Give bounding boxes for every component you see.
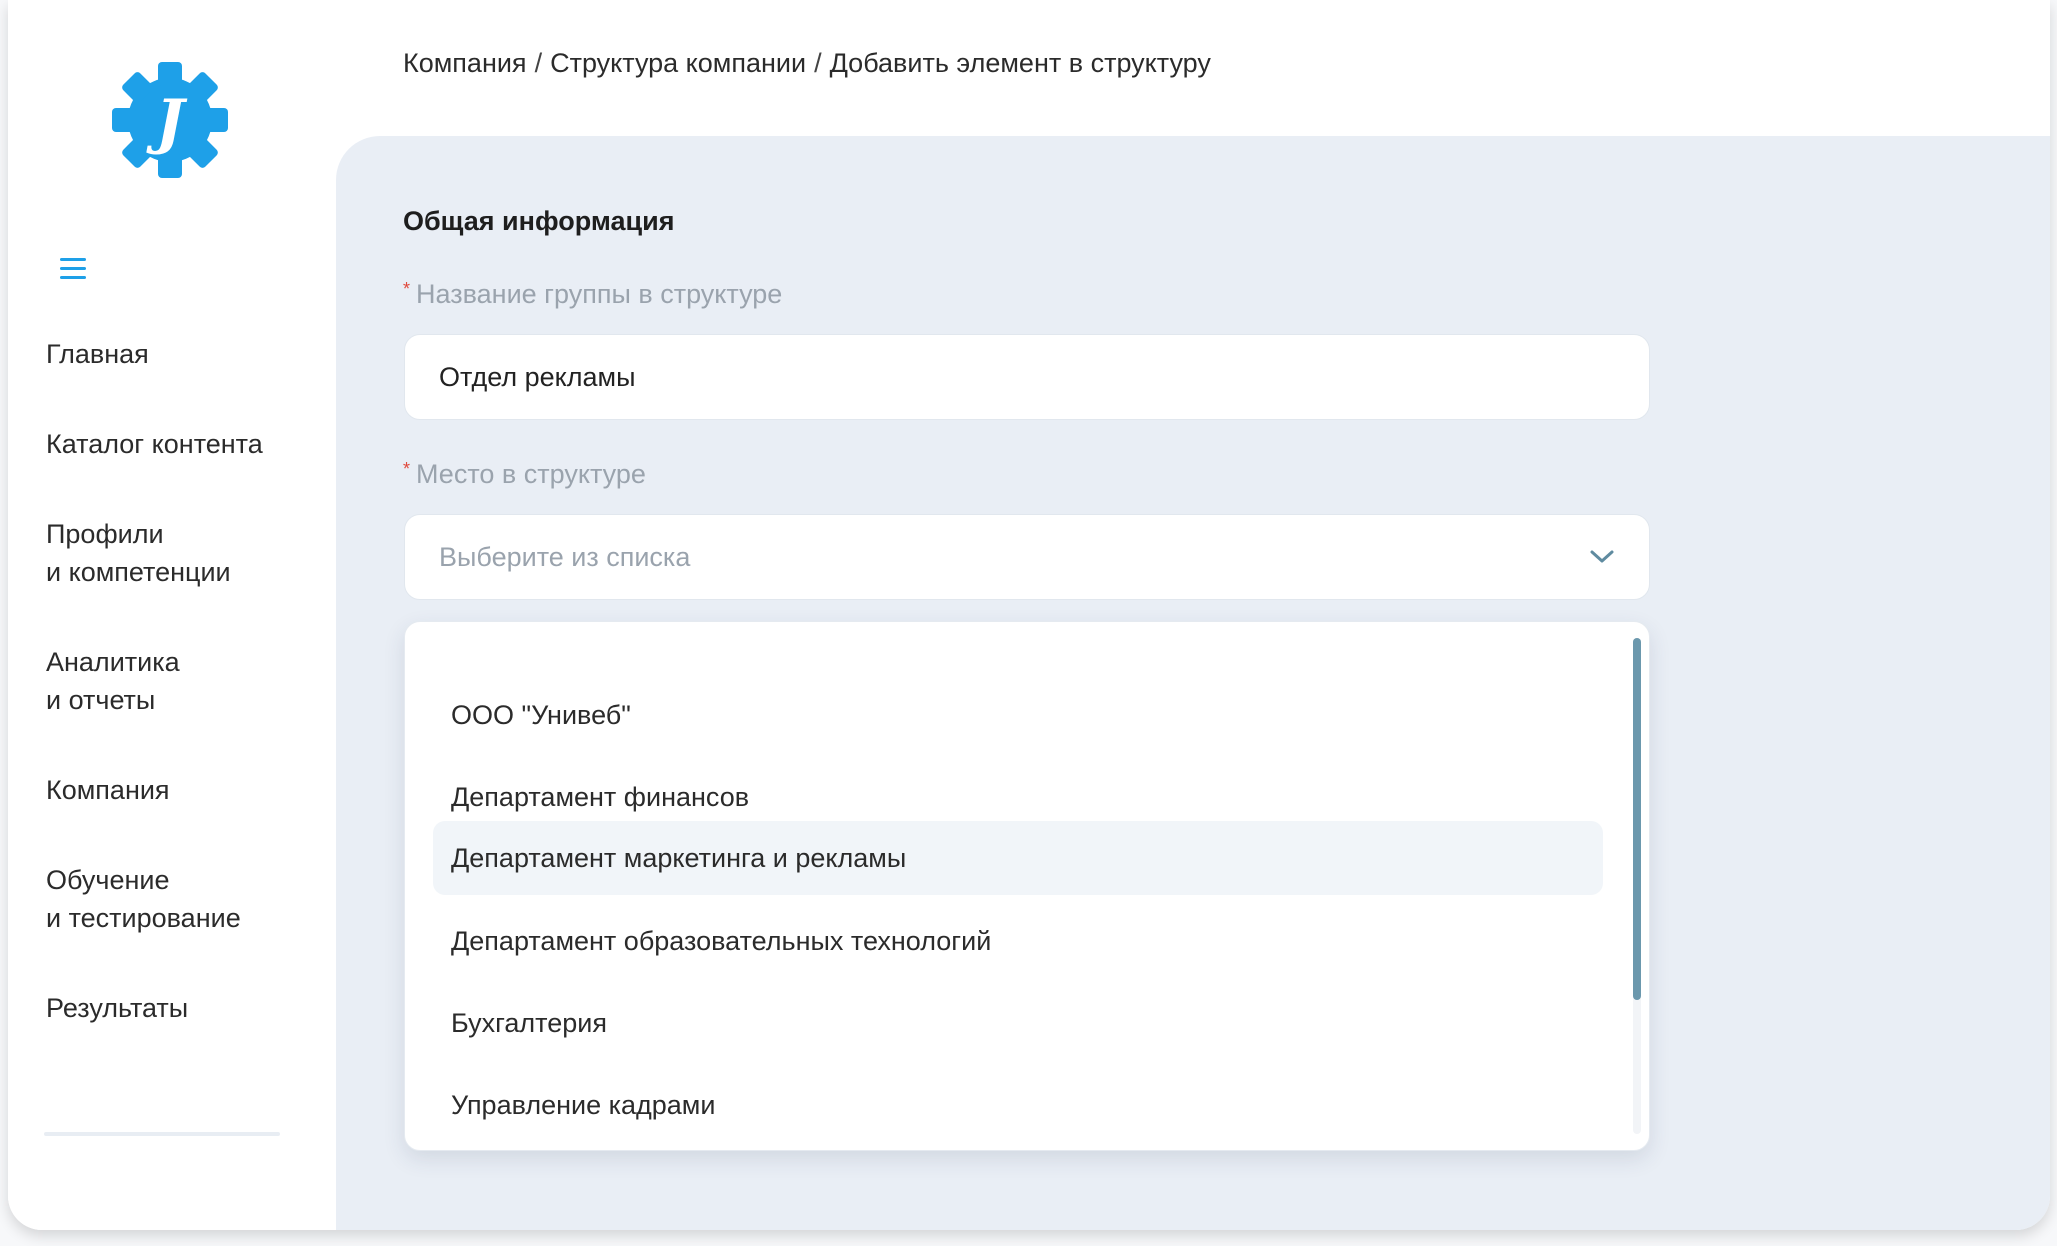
chevron-down-icon[interactable] [1589, 549, 1615, 565]
place-label: * Место в структуре [403, 459, 646, 489]
dropdown-option[interactable]: Департамент образовательных технологий [433, 904, 1603, 978]
breadcrumb-current: Добавить элемент в структуру [829, 48, 1211, 78]
dropdown-option[interactable]: Бухгалтерия [433, 986, 1603, 1060]
required-mark: * [403, 459, 411, 479]
app-window: J Главная Каталог контента Профили и ком… [8, 0, 2050, 1230]
sidebar-divider [44, 1132, 280, 1136]
breadcrumb: Компания / Структура компании / Добавить эле… [403, 48, 1211, 79]
sidebar-item-analytics[interactable]: Аналитика и отчеты [46, 643, 316, 719]
dropdown-option-hovered[interactable]: Департамент маркетинга и рекламы [433, 821, 1603, 895]
dropdown-scrollbar[interactable] [1633, 638, 1641, 1134]
breadcrumb-separator: / [814, 48, 822, 78]
sidebar-item-profiles[interactable]: Профили и компетенции [46, 515, 316, 591]
dropdown-scroll-thumb[interactable] [1633, 638, 1641, 1000]
logo-gear-icon[interactable]: J [108, 58, 232, 182]
place-dropdown-list: ООО "Унивеб" Департамент финансов Департ… [404, 621, 1650, 1151]
required-mark: * [403, 279, 411, 299]
breadcrumb-structure[interactable]: Структура компании [550, 48, 806, 78]
sidebar-item-content-catalog[interactable]: Каталог контента [46, 425, 316, 463]
breadcrumb-company[interactable]: Компания [403, 48, 527, 78]
group-name-value: Отдел рекламы [439, 361, 636, 392]
group-name-label: * Название группы в структуре [403, 279, 783, 309]
dropdown-option[interactable]: Управление кадрами [433, 1068, 1603, 1142]
sidebar-item-company[interactable]: Компания [46, 771, 316, 809]
breadcrumb-separator: / [534, 48, 543, 78]
sidebar-nav: Главная Каталог контента Профили и компе… [46, 335, 316, 1079]
dropdown-option[interactable]: ООО "Унивеб" [433, 678, 1603, 752]
sidebar-item-results[interactable]: Результаты [46, 989, 316, 1027]
section-title: Общая информация [403, 206, 675, 236]
sidebar-item-learning[interactable]: Обучение и тестирование [46, 861, 316, 937]
sidebar-item-home[interactable]: Главная [46, 335, 316, 373]
place-select[interactable]: Выберите из списка [404, 514, 1650, 600]
sidebar: J Главная Каталог контента Профили и ком… [8, 0, 336, 1230]
place-placeholder: Выберите из списка [439, 541, 691, 572]
main-panel: Общая информация * Название группы в стру… [336, 136, 2050, 1230]
group-name-input[interactable]: Отдел рекламы [404, 334, 1650, 420]
menu-toggle-icon[interactable] [52, 258, 92, 290]
